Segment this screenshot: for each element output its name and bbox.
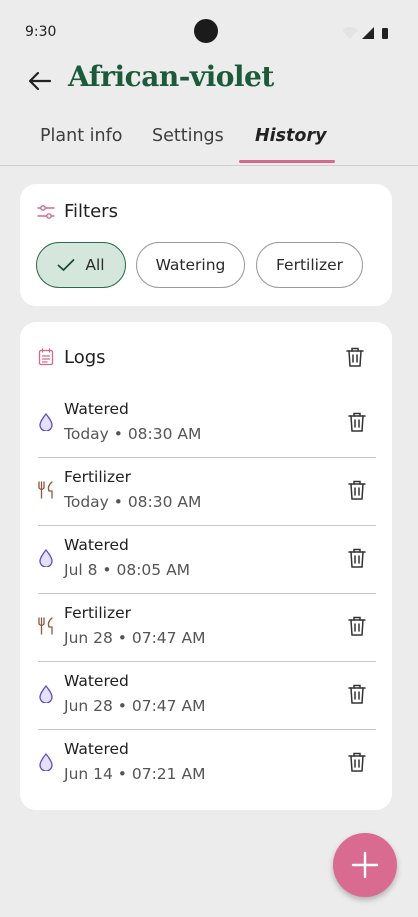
log-row: Fertilizer Jun 28 • 07:47 AM [20, 594, 392, 662]
camera-cutout [194, 19, 218, 43]
water-drop-icon [39, 753, 53, 771]
log-time: Jun 14 • 07:21 AM [64, 765, 206, 783]
filter-chip-label: Watering [155, 256, 226, 274]
log-row: Watered Jun 28 • 07:47 AM [20, 662, 392, 730]
log-row: Watered Today • 08:30 AM [20, 390, 392, 458]
log-title: Watered [64, 672, 129, 690]
trash-icon[interactable] [348, 684, 366, 704]
fork-knife-icon [38, 617, 53, 635]
tab-history[interactable]: History [255, 126, 327, 146]
app-header: African-violet [0, 60, 418, 100]
water-drop-icon [39, 549, 53, 567]
log-time: Jul 8 • 08:05 AM [64, 561, 191, 579]
logs-card: Logs Watered Today • 08:30 AM Fertilizer… [20, 322, 392, 810]
trash-icon[interactable] [348, 412, 366, 432]
logs-title: Logs [64, 347, 106, 368]
water-drop-icon [39, 413, 53, 431]
log-time: Jun 28 • 07:47 AM [64, 697, 206, 715]
trash-icon[interactable] [348, 548, 366, 568]
filter-chip-label: All [85, 256, 105, 274]
filter-chip-label: Fertilizer [275, 256, 344, 274]
filters-title: Filters [64, 201, 118, 222]
plus-icon [351, 851, 379, 879]
delete-all-trash-icon[interactable] [346, 347, 364, 367]
log-row: Watered Jun 14 • 07:21 AM [20, 730, 392, 798]
water-drop-icon [39, 685, 53, 703]
tab-plant-info[interactable]: Plant info [40, 126, 122, 146]
log-row: Fertilizer Today • 08:30 AM [20, 458, 392, 526]
filter-chip-all[interactable]: All [36, 242, 126, 288]
status-bar: 9:30 [0, 0, 418, 64]
log-title: Watered [64, 400, 129, 418]
filters-card: Filters All Watering Fertilizer [20, 184, 392, 306]
log-row: Watered Jul 8 • 08:05 AM [20, 526, 392, 594]
signal-icon [362, 27, 374, 39]
log-title: Watered [64, 536, 129, 554]
filter-chip-fertilizer[interactable]: Fertilizer [256, 242, 363, 288]
tab-settings[interactable]: Settings [152, 126, 224, 146]
active-tab-indicator [239, 160, 335, 163]
fork-knife-icon [38, 481, 53, 499]
log-time: Today • 08:30 AM [64, 493, 202, 511]
status-icons [342, 27, 388, 39]
check-icon [57, 259, 75, 271]
log-title: Watered [64, 740, 129, 758]
log-time: Jun 28 • 07:47 AM [64, 629, 206, 647]
add-log-button[interactable] [333, 833, 397, 897]
log-time: Today • 08:30 AM [64, 425, 202, 443]
clipboard-icon [38, 348, 54, 366]
filter-chip-watering[interactable]: Watering [136, 242, 245, 288]
status-time: 9:30 [25, 24, 57, 40]
back-arrow-icon[interactable] [26, 68, 54, 94]
log-title: Fertilizer [64, 468, 132, 486]
wifi-icon [342, 27, 358, 39]
log-title: Fertilizer [64, 604, 132, 622]
battery-icon [382, 28, 388, 39]
page-title: African-violet [68, 60, 274, 93]
sliders-icon [37, 205, 55, 219]
trash-icon[interactable] [348, 616, 366, 636]
tab-bar: Plant info Settings History [0, 112, 418, 166]
trash-icon[interactable] [348, 752, 366, 772]
trash-icon[interactable] [348, 480, 366, 500]
